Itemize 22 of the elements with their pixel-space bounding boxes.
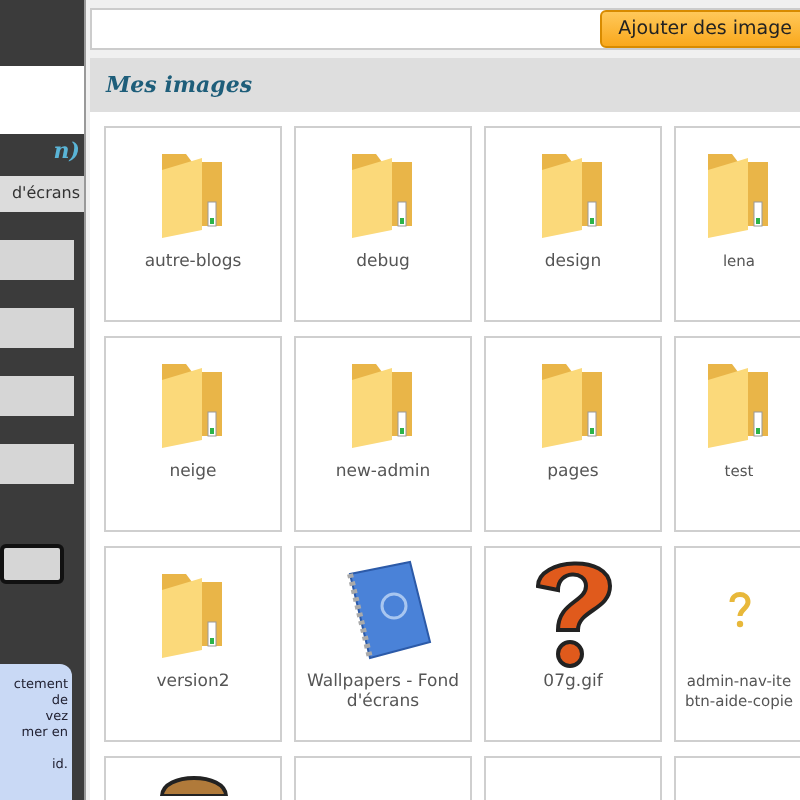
image-tile[interactable]: new-admin — [294, 336, 472, 532]
tile-label: design — [542, 252, 604, 272]
section-title: Mes images — [103, 70, 255, 102]
image-tile[interactable]: neige — [104, 336, 282, 532]
tile-label: 07g.gif — [541, 672, 605, 692]
tile-label: new-admin — [333, 462, 433, 482]
tile-label: autre-blogs — [142, 252, 244, 272]
image-tile[interactable]: design — [484, 126, 662, 322]
tile-label: pages — [545, 462, 601, 482]
image-tile[interactable]: 07g.gif — [484, 546, 662, 742]
file-button[interactable]: d'écrans — [0, 176, 84, 212]
tile-label: debug — [354, 252, 412, 272]
image-tile[interactable]: autre-blogs — [104, 126, 282, 322]
image-tile[interactable]: pages — [484, 336, 662, 532]
image-tile[interactable]: Wallpapers - Fond d'écrans — [294, 546, 472, 742]
tile-label: version2 — [154, 672, 232, 692]
tile-label: Wallpapers - Fond d'écrans — [305, 672, 461, 712]
sidebar-heading: n) — [51, 138, 82, 164]
image-tile[interactable]: version2 — [104, 546, 282, 742]
image-tile[interactable]: debug — [294, 126, 472, 322]
tile-label: neige — [167, 462, 219, 482]
add-images-button[interactable]: Ajouter des image — [600, 10, 800, 48]
